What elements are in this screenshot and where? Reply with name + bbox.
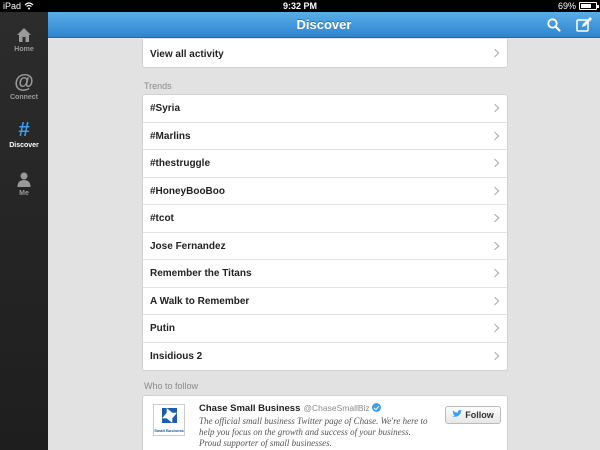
trend-row[interactable]: Insidious 2 xyxy=(143,343,507,371)
user-handle: @ChaseSmallBiz xyxy=(303,403,370,413)
sidebar-item-home[interactable]: Home xyxy=(0,22,48,66)
discover-content: View all activity Trends #Syria #Marlins… xyxy=(48,39,600,450)
compose-icon xyxy=(576,17,592,32)
chevron-right-icon xyxy=(490,241,500,250)
sidebar-item-discover[interactable]: # Discover xyxy=(0,118,48,162)
trend-row[interactable]: #thestruggle xyxy=(143,150,507,178)
trend-row[interactable]: #HoneyBooBoo xyxy=(143,178,507,205)
clock: 9:32 PM xyxy=(282,1,317,11)
logo-caption: Small Business xyxy=(154,428,184,433)
trend-row[interactable]: Putin xyxy=(143,315,507,343)
trend-row[interactable]: Jose Fernandez xyxy=(143,233,507,260)
verified-badge-icon xyxy=(371,403,381,412)
compose-button[interactable] xyxy=(575,16,593,34)
trend-row[interactable]: #Marlins xyxy=(143,123,507,150)
chevron-right-icon xyxy=(490,351,500,360)
chevron-right-icon xyxy=(490,268,500,278)
trend-row[interactable]: A Walk to Remember xyxy=(143,288,507,315)
activity-card: View all activity xyxy=(142,39,508,68)
battery-icon xyxy=(579,2,599,10)
who-to-follow-heading: Who to follow xyxy=(144,381,199,391)
avatar[interactable]: Small Business xyxy=(153,404,185,436)
user-name[interactable]: Chase Small Business xyxy=(199,403,300,414)
view-all-activity-row[interactable]: View all activity xyxy=(143,39,507,68)
chevron-right-icon xyxy=(490,323,500,333)
chevron-right-icon xyxy=(490,103,500,113)
hash-icon: # xyxy=(18,119,30,141)
chevron-right-icon xyxy=(490,48,500,58)
chevron-right-icon xyxy=(490,158,500,168)
chevron-right-icon xyxy=(490,296,500,305)
bird-icon xyxy=(452,409,463,420)
person-icon xyxy=(0,166,48,190)
chase-logo-icon xyxy=(162,408,177,423)
chevron-right-icon xyxy=(490,131,500,140)
trend-row[interactable]: #Syria xyxy=(143,95,507,123)
sidebar-item-connect[interactable]: @ Connect xyxy=(0,70,48,114)
search-icon xyxy=(547,18,561,32)
trends-heading: Trends xyxy=(144,81,172,91)
chevron-right-icon xyxy=(490,186,500,195)
trend-row[interactable]: #tcot xyxy=(143,205,507,233)
page-title: Discover xyxy=(296,17,352,32)
follow-button[interactable]: Follow xyxy=(445,406,501,424)
sidebar-item-me[interactable]: Me xyxy=(0,166,48,210)
at-icon: @ xyxy=(14,71,34,93)
user-bio: The official small business Twitter page… xyxy=(199,416,428,448)
sidebar: Home @ Connect # Discover Me xyxy=(0,12,48,450)
follow-label: Follow xyxy=(465,410,494,420)
who-to-follow-card: Small Business Chase Small Business @Chas… xyxy=(142,395,508,450)
trend-row[interactable]: Remember the Titans xyxy=(143,260,507,288)
trends-list: #Syria #Marlins #thestruggle #HoneyBooBo… xyxy=(142,94,508,371)
home-icon xyxy=(0,22,48,46)
status-bar: iPad 9:32 PM 69% xyxy=(0,0,600,12)
header-bar: Discover xyxy=(48,12,600,38)
search-button[interactable] xyxy=(545,16,563,34)
battery-percent: 69% xyxy=(557,1,576,11)
chevron-right-icon xyxy=(490,213,500,223)
